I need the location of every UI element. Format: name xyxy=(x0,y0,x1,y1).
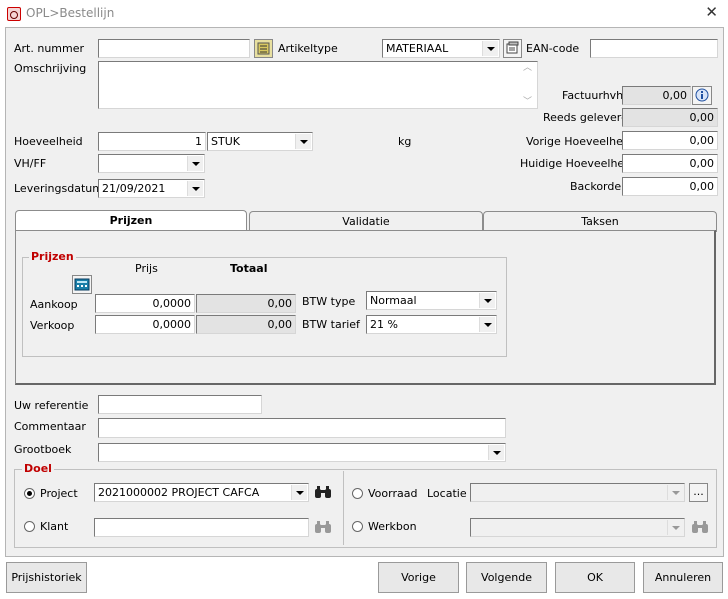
window-title: OPL>Bestellijn xyxy=(26,6,115,20)
klant-label: Klant xyxy=(40,520,69,533)
unit-value: STUK xyxy=(211,135,240,148)
textarea-scrollbar[interactable]: ︿ ﹀ xyxy=(523,63,535,107)
werkbon-label: Werkbon xyxy=(368,520,417,533)
project-select[interactable]: 2021000002 PROJECT CAFCA xyxy=(94,483,309,502)
art-nummer-label: Art. nummer xyxy=(14,42,85,55)
btw-tarief-label: BTW tarief xyxy=(302,318,360,331)
locatie-select[interactable] xyxy=(470,483,685,502)
huidige-hoeveelheid-field[interactable]: 0,00 xyxy=(622,154,718,173)
chevron-down-icon[interactable] xyxy=(488,445,504,460)
prijzen-group-title: Prijzen xyxy=(29,250,76,263)
project-label: Project xyxy=(40,487,78,500)
leveringsdatum-picker[interactable]: 21/09/2021 xyxy=(98,179,205,198)
totaal-header: Totaal xyxy=(230,262,268,275)
chevron-down-icon[interactable] xyxy=(479,293,495,308)
grootboek-label: Grootboek xyxy=(14,443,72,456)
title-bar: OPL>Bestellijn ✕ xyxy=(0,0,728,27)
backorder-field[interactable]: 0,00 xyxy=(622,177,718,196)
klant-input[interactable] xyxy=(94,518,309,537)
project-radio[interactable] xyxy=(24,488,35,499)
vorige-button[interactable]: Vorige xyxy=(378,562,459,593)
werkbon-radio[interactable] xyxy=(352,521,363,532)
btw-type-value: Normaal xyxy=(370,294,417,307)
locatie-label: Locatie xyxy=(427,487,467,500)
unit-select[interactable]: STUK xyxy=(207,132,313,151)
binoculars-icon[interactable] xyxy=(313,484,333,503)
prijshistoriek-button[interactable]: Prijshistoriek xyxy=(6,562,87,593)
btw-tarief-select[interactable]: 21 % xyxy=(366,315,497,334)
uw-referentie-input[interactable] xyxy=(98,395,262,414)
klant-radio[interactable] xyxy=(24,521,35,532)
commentaar-label: Commentaar xyxy=(14,420,86,433)
leveringsdatum-label: Leveringsdatum xyxy=(14,182,103,195)
scroll-up-icon[interactable]: ︿ xyxy=(523,63,532,73)
lookup-icon[interactable] xyxy=(254,39,273,58)
artikeltype-label: Artikeltype xyxy=(278,42,338,55)
doel-group-title: Doel xyxy=(22,462,54,475)
tab-taksen[interactable]: Taksen xyxy=(483,211,717,232)
binoculars-icon[interactable] xyxy=(313,519,333,538)
factuurhvh-label: Factuurhvh. xyxy=(562,89,627,102)
huidige-hoeveelheid-label: Huidige Hoeveelheid xyxy=(520,157,635,170)
grootboek-select[interactable] xyxy=(98,443,506,462)
vhff-select[interactable] xyxy=(98,154,205,173)
werkbon-select[interactable] xyxy=(470,518,685,537)
tab-validatie[interactable]: Validatie xyxy=(249,211,483,232)
aankoop-label: Aankoop xyxy=(30,298,78,311)
calculator-icon[interactable] xyxy=(72,275,92,294)
chevron-down-icon[interactable] xyxy=(667,520,683,535)
leveringsdatum-value: 21/09/2021 xyxy=(102,182,166,195)
ok-button[interactable]: OK xyxy=(555,562,635,593)
vorige-hoeveelheid-label: Vorige Hoeveelheid xyxy=(526,135,633,148)
ean-label: EAN-code xyxy=(526,42,580,55)
vorige-hoeveelheid-field[interactable]: 0,00 xyxy=(622,131,718,150)
aankoop-prijs-input[interactable]: 0,0000 xyxy=(95,294,195,313)
annuleren-button[interactable]: Annuleren xyxy=(643,562,723,593)
kg-label: kg xyxy=(398,135,412,148)
uw-referentie-label: Uw referentie xyxy=(14,399,89,412)
doel-divider xyxy=(343,471,344,545)
aankoop-totaal-field: 0,00 xyxy=(196,294,296,313)
btw-type-select[interactable]: Normaal xyxy=(366,291,497,310)
vhff-label: VH/FF xyxy=(14,157,47,170)
prijs-header: Prijs xyxy=(135,262,158,275)
commentaar-input[interactable] xyxy=(98,418,506,438)
chevron-down-icon[interactable] xyxy=(187,181,203,196)
volgende-button[interactable]: Volgende xyxy=(466,562,547,593)
info-icon[interactable] xyxy=(692,86,712,105)
verkoop-label: Verkoop xyxy=(30,319,75,332)
btw-type-label: BTW type xyxy=(302,295,356,308)
omschrijving-label: Omschrijving xyxy=(14,62,87,75)
binoculars-icon[interactable] xyxy=(690,519,710,538)
voorraad-label: Voorraad xyxy=(368,487,418,500)
chevron-down-icon[interactable] xyxy=(187,156,203,171)
artikeltype-value: MATERIAAL xyxy=(386,42,449,55)
chevron-down-icon[interactable] xyxy=(295,134,311,149)
locatie-ellipsis-button[interactable]: ... xyxy=(689,483,708,502)
chevron-down-icon[interactable] xyxy=(482,41,498,56)
ean-input[interactable] xyxy=(590,39,718,58)
chevron-down-icon[interactable] xyxy=(667,485,683,500)
omschrijving-textarea[interactable] xyxy=(98,61,538,109)
verkoop-prijs-input[interactable]: 0,0000 xyxy=(95,315,195,334)
reeds-geleverd-field: 0,00 xyxy=(622,108,718,127)
chevron-down-icon[interactable] xyxy=(291,485,307,500)
factuurhvh-field: 0,00 xyxy=(622,86,691,105)
hoeveelheid-label: Hoeveelheid xyxy=(14,135,83,148)
hoeveelheid-input[interactable]: 1 xyxy=(98,132,206,151)
app-icon xyxy=(7,7,21,21)
chevron-down-icon[interactable] xyxy=(479,317,495,332)
artikeltype-select[interactable]: MATERIAAL xyxy=(382,39,500,58)
project-value: 2021000002 PROJECT CAFCA xyxy=(98,486,260,499)
reeds-geleverd-label: Reeds geleverd xyxy=(543,111,629,124)
edit-icon[interactable] xyxy=(503,39,522,58)
backorder-label: Backorder xyxy=(570,180,626,193)
voorraad-radio[interactable] xyxy=(352,488,363,499)
close-icon[interactable]: ✕ xyxy=(705,3,718,21)
scroll-down-icon[interactable]: ﹀ xyxy=(523,97,532,107)
art-nummer-input[interactable] xyxy=(98,39,250,58)
verkoop-totaal-field: 0,00 xyxy=(196,315,296,334)
btw-tarief-value: 21 % xyxy=(370,318,398,331)
